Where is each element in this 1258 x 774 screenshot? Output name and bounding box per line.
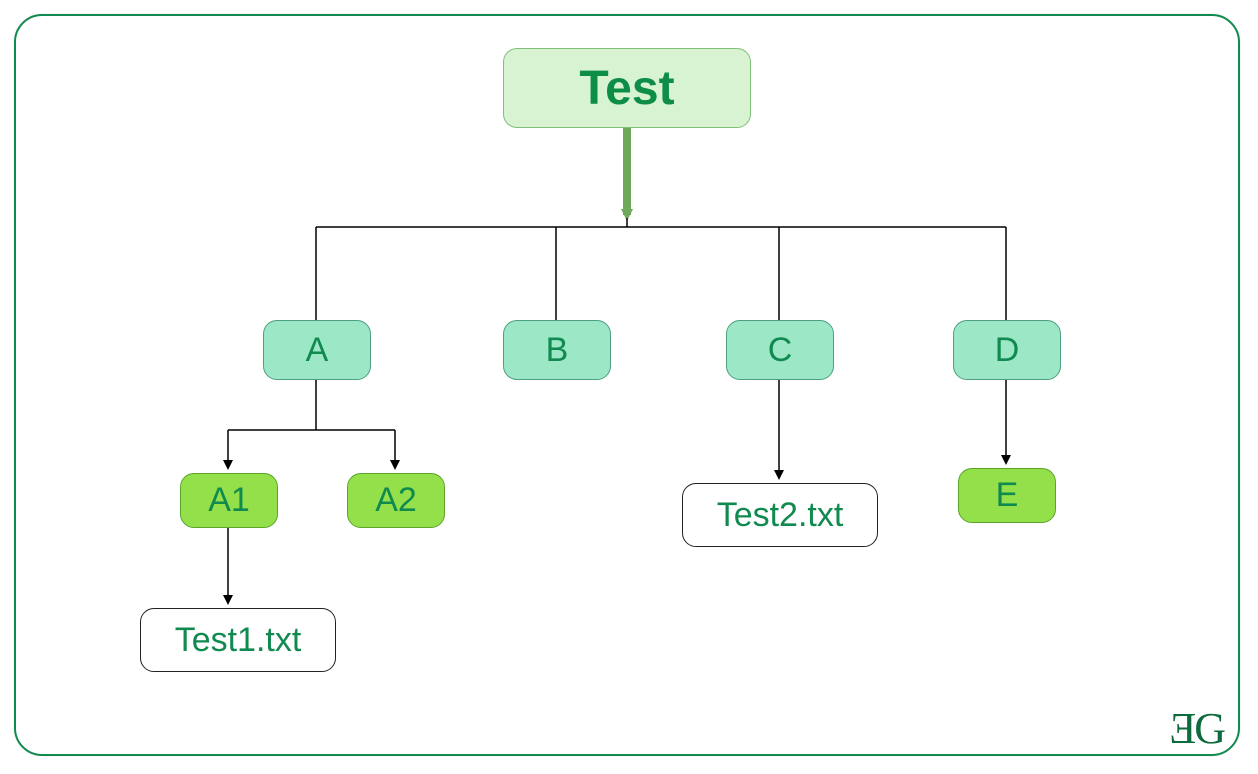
node-subfolder-e: E	[958, 468, 1056, 523]
node-folder-c: C	[726, 320, 834, 380]
node-folder-d-label: D	[995, 331, 1020, 370]
node-file-test2: Test2.txt	[682, 483, 878, 547]
node-subfolder-a1-label: A1	[208, 481, 250, 520]
node-subfolder-a2: A2	[347, 473, 445, 528]
node-subfolder-a2-label: A2	[375, 481, 417, 520]
node-file-test2-label: Test2.txt	[717, 496, 844, 535]
logo-geeksforgeeks: ƎG	[1169, 703, 1224, 754]
logo-text: ƎG	[1169, 704, 1224, 753]
node-root: Test	[503, 48, 751, 128]
node-file-test1-label: Test1.txt	[175, 621, 302, 660]
node-folder-a-label: A	[306, 331, 329, 370]
node-subfolder-a1: A1	[180, 473, 278, 528]
node-folder-a: A	[263, 320, 371, 380]
node-folder-b: B	[503, 320, 611, 380]
node-subfolder-e-label: E	[996, 476, 1019, 515]
node-folder-c-label: C	[768, 331, 793, 370]
node-root-label: Test	[579, 61, 674, 116]
node-folder-d: D	[953, 320, 1061, 380]
node-file-test1: Test1.txt	[140, 608, 336, 672]
node-folder-b-label: B	[546, 331, 569, 370]
